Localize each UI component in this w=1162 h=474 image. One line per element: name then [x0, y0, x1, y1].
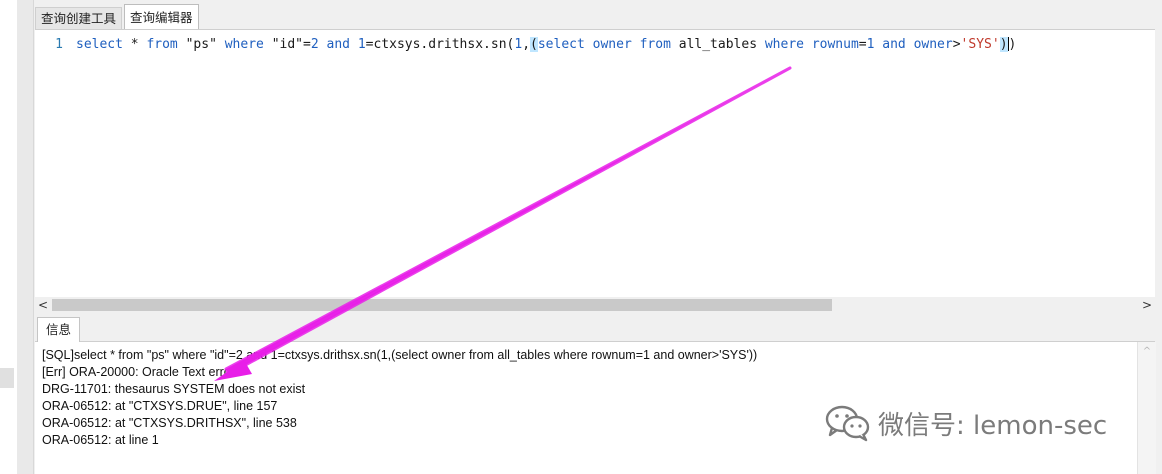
- info-tabbar: 信息: [35, 313, 1155, 342]
- code-token: *: [122, 36, 147, 52]
- code-token: >: [952, 36, 961, 52]
- watermark-text: 微信号: lemon-sec: [878, 410, 1108, 441]
- sql-code: select * from "ps" where "id"=2 and 1=ct…: [76, 36, 1017, 52]
- wechat-icon: [825, 405, 870, 442]
- scroll-left-arrow[interactable]: <: [35, 297, 51, 313]
- code-token: "id"=: [263, 36, 311, 52]
- code-token: =: [858, 36, 867, 52]
- message-line: ORA-06512: at "CTXSYS.DRITHSX", line 538: [42, 416, 297, 430]
- message-line: [Err] ORA-20000: Oracle Text error:: [42, 365, 239, 379]
- code-token: and: [882, 36, 906, 52]
- code-token: ,: [522, 36, 531, 52]
- left-strip: [17, 0, 34, 474]
- editor-tabs: 查询创建工具 查询编辑器: [35, 4, 199, 30]
- code-token: =ctxsys.drithsx.sn(: [365, 36, 515, 52]
- code-line-1: 1 select * from "ps" where "id"=2 and 1=…: [35, 36, 1016, 52]
- left-stub: [0, 368, 14, 388]
- code-token: and: [326, 36, 350, 52]
- code-token: ): [1008, 36, 1017, 52]
- sql-editor[interactable]: 1 select * from "ps" where "id"=2 and 1=…: [35, 29, 1155, 298]
- code-token: 2: [310, 36, 319, 52]
- vertical-scrollbar[interactable]: ^: [1137, 342, 1156, 474]
- code-token: rownum: [811, 36, 859, 52]
- code-token: ): [999, 36, 1008, 52]
- code-token: 'SYS': [960, 36, 1000, 52]
- code-token: all_tables: [670, 36, 765, 52]
- horizontal-scrollbar[interactable]: < >: [35, 297, 1155, 313]
- message-line: DRG-11701: thesaurus SYSTEM does not exi…: [42, 382, 306, 396]
- code-token: where: [224, 36, 264, 52]
- message-line: [SQL]select * from "ps" where "id"=2 and…: [42, 348, 758, 362]
- tab-query-builder[interactable]: 查询创建工具: [35, 7, 123, 30]
- watermark: 微信号: lemon-sec: [824, 403, 1107, 443]
- code-token: from: [639, 36, 671, 52]
- code-token: select: [76, 36, 123, 52]
- code-token: from: [146, 36, 178, 52]
- scroll-right-arrow[interactable]: >: [1139, 297, 1155, 313]
- scroll-thumb[interactable]: [52, 299, 832, 311]
- code-token: owner: [913, 36, 953, 52]
- message-line: ORA-06512: at "CTXSYS.DRUE", line 157: [42, 399, 278, 413]
- code-token: 1: [514, 36, 523, 52]
- code-token: select: [537, 36, 585, 52]
- code-token: owner: [592, 36, 632, 52]
- message-line: ORA-06512: at line 1: [42, 433, 159, 447]
- code-token: "ps": [177, 36, 225, 52]
- code-token: 1: [357, 36, 366, 52]
- tab-query-editor[interactable]: 查询编辑器: [124, 4, 199, 30]
- code-token: (: [530, 36, 538, 52]
- left-rail: [0, 0, 34, 474]
- tab-info[interactable]: 信息: [37, 317, 81, 342]
- line-number: 1: [55, 36, 63, 52]
- scroll-up-arrow[interactable]: ^: [1138, 346, 1156, 357]
- code-token: where: [764, 36, 804, 52]
